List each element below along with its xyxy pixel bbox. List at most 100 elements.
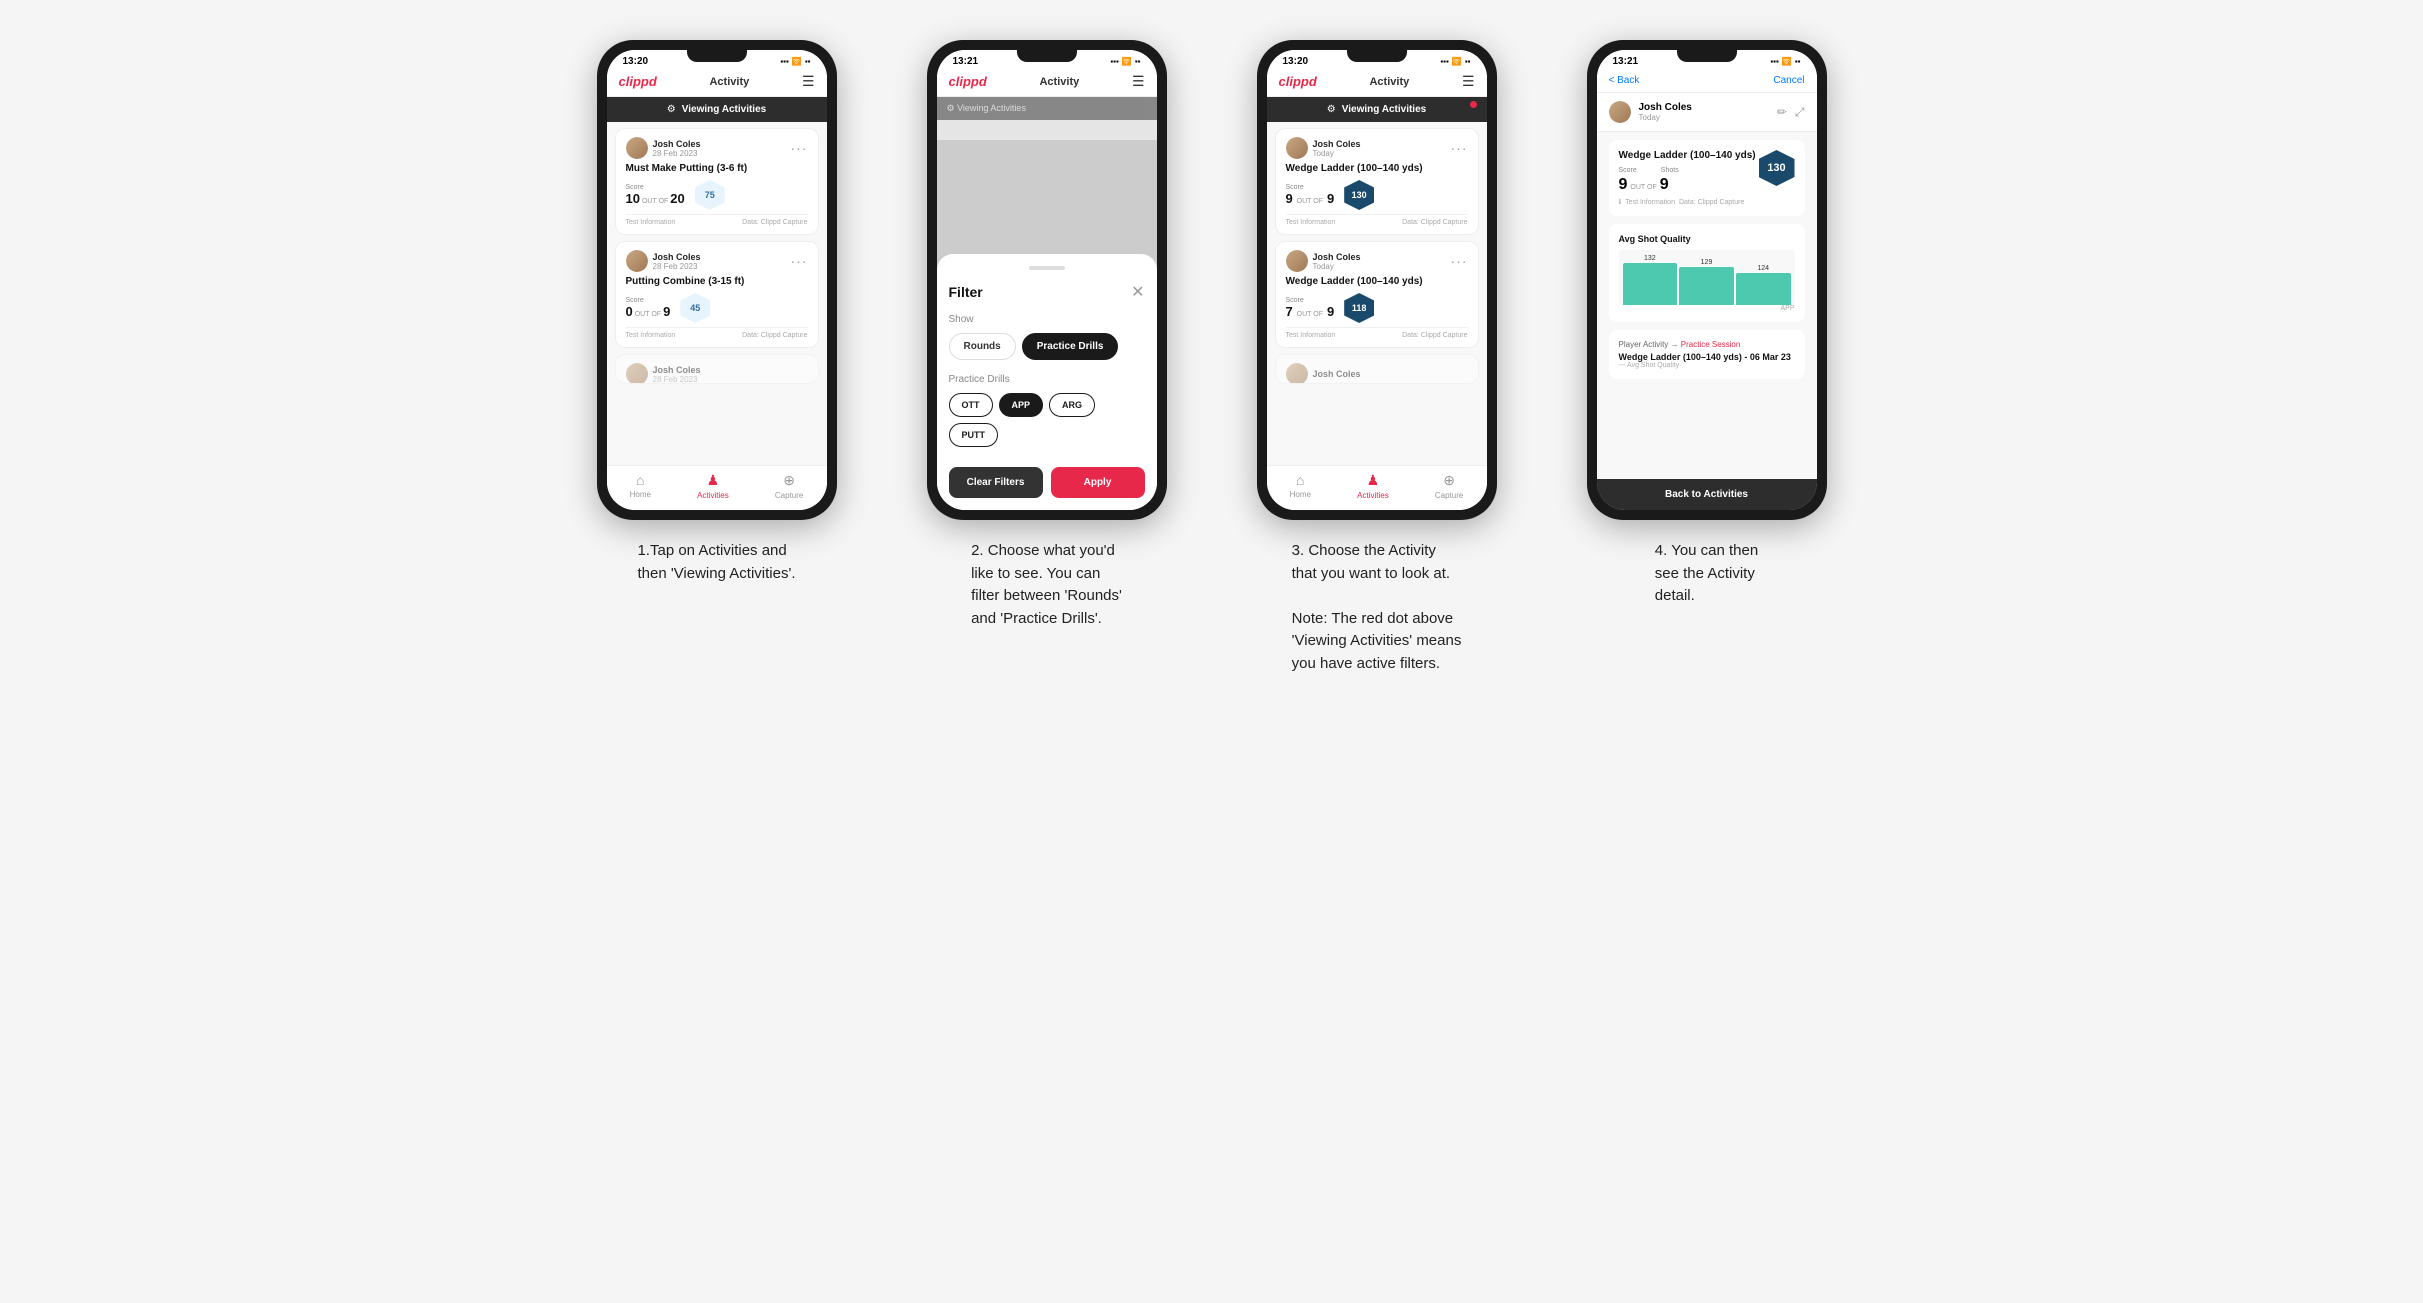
status-icons-3: ▪▪▪ 🛜 ▪▪ xyxy=(1440,57,1470,66)
stats-row-1-2: Score 0 OUT OF 9 45 xyxy=(626,293,808,323)
nav-capture-1[interactable]: ⊕ Capture xyxy=(775,472,803,500)
home-icon-1: ⌂ xyxy=(636,472,644,488)
menu-icon-2[interactable]: ☰ xyxy=(1132,73,1145,90)
battery-icon: ▪▪ xyxy=(805,57,811,66)
battery-icon-2: ▪▪ xyxy=(1135,57,1141,66)
detail-header-4: < Back Cancel xyxy=(1597,69,1817,93)
caption-3: 3. Choose the Activity that you want to … xyxy=(1292,540,1462,675)
tab-practice-drills-2[interactable]: Practice Drills xyxy=(1022,333,1119,360)
caption-4: 4. You can then see the Activity detail. xyxy=(1655,540,1758,608)
expand-icon-4[interactable]: ⤢ xyxy=(1795,105,1805,120)
activity-title-3-1: Wedge Ladder (100–140 yds) xyxy=(1286,163,1468,174)
step-4: 13:21 ▪▪▪ 🛜 ▪▪ < Back Cancel xyxy=(1557,40,1857,608)
back-activities-button-4[interactable]: Back to Activities xyxy=(1597,479,1817,510)
more-icon-3-1[interactable]: ··· xyxy=(1451,140,1468,156)
nav-activities-3[interactable]: ♟ Activities xyxy=(1357,472,1389,500)
user-name-3-3: Josh Coles xyxy=(1313,369,1361,379)
activity-item-1-1[interactable]: Josh Coles 28 Feb 2023 ··· Must Make Put… xyxy=(615,128,819,235)
time-3: 13:20 xyxy=(1283,56,1309,67)
nav-activities-label-3: Activities xyxy=(1357,491,1389,500)
caption-1: 1.Tap on Activities and then 'Viewing Ac… xyxy=(637,540,795,585)
nav-activities-label-1: Activities xyxy=(697,491,729,500)
viewing-bar-3[interactable]: ⚙ Viewing Activities xyxy=(1267,97,1487,122)
user-date-1-3: 28 Feb 2023 xyxy=(653,375,701,384)
step-2: 13:21 ▪▪▪ 🛜 ▪▪ clippd Activity ☰ ⚙ Viewi… xyxy=(897,40,1197,630)
more-icon-1-1[interactable]: ··· xyxy=(791,140,808,156)
notch-2 xyxy=(1017,50,1077,62)
red-dot-3 xyxy=(1470,101,1477,108)
apply-button-2[interactable]: Apply xyxy=(1051,467,1145,498)
stats-row-1-1: Score 10 OUT OF 20 75 xyxy=(626,180,808,210)
home-icon-3: ⌂ xyxy=(1296,472,1304,488)
activity-item-1-2[interactable]: Josh Coles 28 Feb 2023 ··· Putting Combi… xyxy=(615,241,819,348)
wifi-icon-3: 🛜 xyxy=(1452,57,1462,66)
bottom-nav-3: ⌂ Home ♟ Activities ⊕ Capture xyxy=(1267,465,1487,510)
signal-icon-3: ▪▪▪ xyxy=(1440,57,1449,66)
drill-filters-2: OTT APP ARG PUTT xyxy=(949,393,1145,447)
stats-row-3-2: Score 7 OUT OF 9 118 xyxy=(1286,293,1468,323)
nav-home-3[interactable]: ⌂ Home xyxy=(1290,472,1311,500)
activity-item-3-3[interactable]: Josh Coles xyxy=(1275,354,1479,384)
activity-item-3-1[interactable]: Josh Coles Today ··· Wedge Ladder (100–1… xyxy=(1275,128,1479,235)
app-header-2: clippd Activity ☰ xyxy=(937,69,1157,97)
bottom-nav-1: ⌂ Home ♟ Activities ⊕ Capture xyxy=(607,465,827,510)
edit-icon-4[interactable]: ✏ xyxy=(1777,105,1787,120)
info-row-3-2: Test Information Data: Clippd Capture xyxy=(1286,327,1468,339)
filter-overlay-2: Filter ✕ Show Rounds Practice Drills Pra… xyxy=(937,140,1157,510)
notch-4 xyxy=(1677,50,1737,62)
cancel-button-4[interactable]: Cancel xyxy=(1773,75,1804,86)
nav-capture-label-1: Capture xyxy=(775,491,803,500)
bg-list-2 xyxy=(937,120,1157,140)
back-button-4[interactable]: < Back xyxy=(1609,75,1640,86)
activity-title-3-2: Wedge Ladder (100–140 yds) xyxy=(1286,276,1468,287)
signal-icon-4: ▪▪▪ xyxy=(1770,57,1779,66)
tab-rounds-2[interactable]: Rounds xyxy=(949,333,1016,360)
signal-icon-2: ▪▪▪ xyxy=(1110,57,1119,66)
score-block-3-2: Score 7 OUT OF 9 xyxy=(1286,297,1335,319)
user-info-1-3: Josh Coles 28 Feb 2023 xyxy=(626,363,701,384)
drills-label-2: Practice Drills xyxy=(949,374,1145,385)
activity-item-1-3[interactable]: Josh Coles 28 Feb 2023 xyxy=(615,354,819,384)
user-row-1-2: Josh Coles 28 Feb 2023 ··· xyxy=(626,250,808,272)
nav-capture-label-3: Capture xyxy=(1435,491,1463,500)
app-logo-2: clippd xyxy=(949,74,987,89)
avatar-1-2 xyxy=(626,250,648,272)
modal-close-2[interactable]: ✕ xyxy=(1131,282,1144,302)
viewing-bar-1[interactable]: ⚙ Viewing Activities xyxy=(607,97,827,122)
user-date-1-2: 28 Feb 2023 xyxy=(653,262,701,271)
drill-app-2[interactable]: APP xyxy=(999,393,1044,417)
avatar-1-3 xyxy=(626,363,648,384)
menu-icon-3[interactable]: ☰ xyxy=(1462,73,1475,90)
bar-2-4 xyxy=(1679,267,1734,305)
viewing-bar-text-3: Viewing Activities xyxy=(1342,104,1426,115)
time-4: 13:21 xyxy=(1613,56,1639,67)
drill-putt-2[interactable]: PUTT xyxy=(949,423,999,447)
clear-filters-button-2[interactable]: Clear Filters xyxy=(949,467,1043,498)
detail-user-info-4: Josh Coles Today xyxy=(1609,101,1692,123)
app-header-1: clippd Activity ☰ xyxy=(607,69,827,97)
nav-activities-1[interactable]: ♟ Activities xyxy=(697,472,729,500)
viewing-bar-text-1: Viewing Activities xyxy=(682,104,766,115)
drill-arg-2[interactable]: ARG xyxy=(1049,393,1095,417)
nav-home-1[interactable]: ⌂ Home xyxy=(630,472,651,500)
stats-row-3-1: Score 9 OUT OF 9 130 xyxy=(1286,180,1468,210)
score-card-4: Wedge Ladder (100–140 yds) Score Shots 9… xyxy=(1609,140,1805,216)
more-icon-3-2[interactable]: ··· xyxy=(1451,253,1468,269)
status-icons-2: ▪▪▪ 🛜 ▪▪ xyxy=(1110,57,1140,66)
sq-hex-1-1: 75 xyxy=(695,180,725,210)
bar-3-4 xyxy=(1736,273,1791,305)
user-date-3-2: Today xyxy=(1313,262,1361,271)
app-logo-3: clippd xyxy=(1279,74,1317,89)
activity-item-3-2[interactable]: Josh Coles Today ··· Wedge Ladder (100–1… xyxy=(1275,241,1479,348)
battery-icon-4: ▪▪ xyxy=(1795,57,1801,66)
menu-icon-1[interactable]: ☰ xyxy=(802,73,815,90)
app-header-3: clippd Activity ☰ xyxy=(1267,69,1487,97)
info-row-3-1: Test Information Data: Clippd Capture xyxy=(1286,214,1468,226)
nav-capture-3[interactable]: ⊕ Capture xyxy=(1435,472,1463,500)
drill-ott-2[interactable]: OTT xyxy=(949,393,993,417)
activity-title-1-1: Must Make Putting (3-6 ft) xyxy=(626,163,808,174)
more-icon-1-2[interactable]: ··· xyxy=(791,253,808,269)
avatar-3-3 xyxy=(1286,363,1308,384)
status-icons-4: ▪▪▪ 🛜 ▪▪ xyxy=(1770,57,1800,66)
modal-title-2: Filter xyxy=(949,284,983,300)
